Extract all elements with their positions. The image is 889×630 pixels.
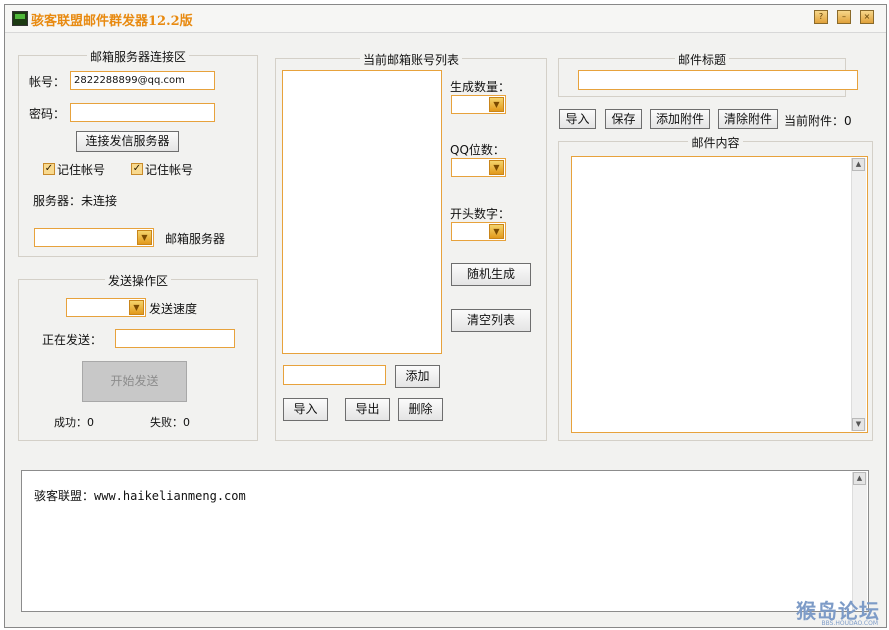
window-title: 骇客联盟邮件群发器12.2版	[31, 14, 193, 29]
remember-account-checkbox-2[interactable]: ✓	[131, 163, 143, 175]
log-textarea[interactable]: 骇客联盟：www.haikelianmeng.com ▲	[21, 470, 869, 612]
add-account-input[interactable]	[283, 365, 386, 385]
dropdown-arrow-icon[interactable]: ▼	[129, 300, 144, 315]
mail-server-combo[interactable]: ▼	[34, 228, 154, 247]
server-group-title: 邮箱服务器连接区	[19, 48, 257, 65]
dropdown-arrow-icon[interactable]: ▼	[489, 160, 504, 175]
account-input[interactable]: 2822288899@qq.com	[70, 71, 215, 90]
gen-count-combo[interactable]: ▼	[451, 95, 506, 114]
remember-account-label-2: 记住帐号	[145, 163, 194, 177]
subject-group: 邮件标题	[558, 53, 858, 97]
content-group-title: 邮件内容	[559, 134, 872, 151]
title-bar[interactable]: 骇客联盟邮件群发器12.2版 ? – ×	[5, 5, 886, 33]
qq-digits-label: QQ位数：	[450, 143, 505, 157]
accounts-group-title: 当前邮箱账号列表	[276, 51, 546, 68]
dropdown-arrow-icon[interactable]: ▼	[489, 97, 504, 112]
content-textarea[interactable]: ▲ ▼	[571, 156, 868, 433]
send-speed-label: 发送速度	[149, 302, 198, 316]
add-account-button[interactable]: 添加	[395, 365, 440, 388]
content-scrollbar[interactable]: ▲ ▼	[851, 158, 866, 431]
qq-digits-combo[interactable]: ▼	[451, 158, 506, 177]
random-generate-button[interactable]: 随机生成	[451, 263, 531, 286]
log-text: 骇客联盟：www.haikelianmeng.com	[34, 489, 246, 503]
clear-attachment-button[interactable]: 清除附件	[718, 109, 778, 129]
subject-group-title: 邮件标题	[559, 51, 845, 68]
current-attachment-count: 当前附件：0	[784, 114, 852, 128]
import-accounts-button[interactable]: 导入	[283, 398, 328, 421]
prefix-digit-combo[interactable]: ▼	[451, 222, 506, 241]
account-label: 帐号：	[29, 75, 66, 89]
dropdown-arrow-icon[interactable]: ▼	[137, 230, 152, 245]
gen-count-label: 生成数量：	[450, 80, 511, 94]
connect-server-button[interactable]: 连接发信服务器	[76, 131, 179, 152]
dropdown-arrow-icon[interactable]: ▼	[489, 224, 504, 239]
export-accounts-button[interactable]: 导出	[345, 398, 390, 421]
scroll-up-icon[interactable]: ▲	[852, 158, 865, 171]
password-input[interactable]	[70, 103, 215, 122]
app-window: 骇客联盟邮件群发器12.2版 ? – × 邮箱服务器连接区 帐号： 282228…	[4, 4, 887, 628]
server-group: 邮箱服务器连接区 帐号： 2822288899@qq.com 密码： 连接发信服…	[18, 50, 258, 257]
help-icon[interactable]: ?	[814, 10, 828, 24]
minimize-icon[interactable]: –	[837, 10, 851, 24]
send-speed-combo[interactable]: ▼	[66, 298, 146, 317]
remember-account-checkbox-1[interactable]: ✓	[43, 163, 55, 175]
save-content-button[interactable]: 保存	[605, 109, 642, 129]
password-label: 密码：	[29, 107, 66, 121]
prefix-digit-label: 开头数字：	[450, 207, 511, 221]
remember-account-label-1: 记住帐号	[57, 163, 106, 177]
app-monitor-icon	[12, 11, 28, 26]
server-status-text: 服务器：未连接	[33, 194, 118, 208]
accounts-group: 当前邮箱账号列表 生成数量： ▼ QQ位数： ▼ 开头数字： ▼ 随机生成 清空…	[275, 53, 547, 441]
content-group: 邮件内容 ▲ ▼	[558, 136, 873, 441]
import-content-button[interactable]: 导入	[559, 109, 596, 129]
main-panel: 邮箱服务器连接区 帐号： 2822288899@qq.com 密码： 连接发信服…	[5, 33, 886, 627]
add-attachment-button[interactable]: 添加附件	[650, 109, 710, 129]
close-icon[interactable]: ×	[860, 10, 874, 24]
sending-input[interactable]	[115, 329, 235, 348]
log-scrollbar[interactable]: ▲	[852, 472, 867, 610]
send-group: 发送操作区 ▼ 发送速度 正在发送： 开始发送 成功：0 失败：0	[18, 274, 258, 441]
mail-server-label: 邮箱服务器	[165, 232, 226, 246]
sending-label: 正在发送：	[42, 333, 103, 347]
scroll-down-icon[interactable]: ▼	[852, 418, 865, 431]
success-count: 成功：0	[54, 416, 94, 429]
start-send-button[interactable]: 开始发送	[82, 361, 187, 402]
delete-account-button[interactable]: 删除	[398, 398, 443, 421]
scroll-up-icon[interactable]: ▲	[853, 472, 866, 485]
subject-input[interactable]	[578, 70, 858, 90]
clear-list-button[interactable]: 清空列表	[451, 309, 531, 332]
accounts-listbox[interactable]	[282, 70, 442, 354]
watermark-url: BBS.HOUDAO.COM	[821, 620, 878, 627]
fail-count: 失败：0	[150, 416, 190, 429]
send-group-title: 发送操作区	[19, 272, 257, 289]
